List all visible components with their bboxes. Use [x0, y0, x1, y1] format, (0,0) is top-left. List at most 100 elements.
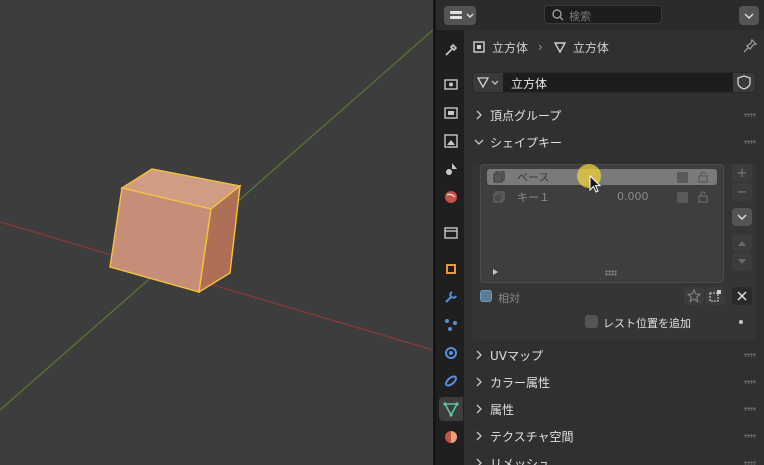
- shape-key-name[interactable]: ベース: [517, 169, 549, 185]
- fake-user-button[interactable]: [733, 73, 755, 92]
- shield-icon: [737, 75, 751, 90]
- drag-handle[interactable]: [744, 113, 756, 117]
- triangle-right-icon[interactable]: [491, 267, 501, 277]
- chevron-right-icon: [476, 458, 482, 465]
- panel-remesh[interactable]: リメッシュ: [472, 450, 764, 465]
- tab-object[interactable]: [439, 257, 463, 281]
- add-shape-key-button[interactable]: +: [732, 164, 752, 182]
- options-dropdown-button[interactable]: [739, 6, 759, 25]
- material-icon: [445, 431, 457, 443]
- chevron-right-icon: [476, 404, 482, 414]
- drag-handle[interactable]: [744, 461, 756, 465]
- relative-checkbox[interactable]: [480, 290, 492, 302]
- tool-icon: [445, 43, 458, 56]
- specials-menu-button[interactable]: [732, 208, 752, 226]
- mute-checkbox[interactable]: [677, 192, 688, 203]
- tab-material[interactable]: [439, 425, 463, 449]
- mesh-data-icon: [443, 402, 459, 417]
- panel-title: カラー属性: [490, 375, 551, 390]
- properties-tabs: [436, 30, 464, 465]
- scene-icon: [446, 163, 457, 175]
- shape-key-value[interactable]: 0.000: [617, 190, 649, 203]
- plus-icon: +: [736, 165, 748, 181]
- editor-type-button[interactable]: [444, 6, 476, 25]
- pin-icon[interactable]: [743, 39, 757, 53]
- mesh-icon: [553, 42, 567, 54]
- tab-view-layer[interactable]: [439, 129, 463, 153]
- mesh-name[interactable]: 立方体: [511, 75, 547, 92]
- shape-key-icon: [493, 191, 505, 203]
- edit-mode-toggle[interactable]: [705, 287, 725, 305]
- shape-key-icon: [493, 171, 505, 183]
- drag-handle[interactable]: [744, 140, 756, 144]
- wrench-icon: [445, 291, 457, 303]
- search-placeholder: 検索: [569, 10, 591, 23]
- tab-particles[interactable]: [439, 313, 463, 337]
- properties-content: 立方体 › 立方体 立方体 頂点グループ シェイプキー ベース キー１ 0.00…: [464, 30, 764, 465]
- tab-scene[interactable]: [439, 157, 463, 181]
- move-up-button[interactable]: [732, 234, 752, 252]
- panel-texture-space[interactable]: テクスチャ空間: [472, 423, 764, 449]
- cube-mesh[interactable]: [109, 168, 242, 294]
- shape-key-name[interactable]: キー１: [517, 189, 550, 205]
- panel-title: テクスチャ空間: [490, 429, 574, 444]
- triangle-down-icon: [738, 259, 746, 264]
- mouse-cursor-icon: [589, 175, 602, 193]
- shape-keys-body: ベース キー１ 0.000 + − 相対 レスト位置を追加: [472, 164, 756, 340]
- datablock-browse-button[interactable]: [473, 73, 503, 92]
- object-icon: [446, 264, 456, 274]
- chevron-right-icon: [476, 110, 482, 120]
- drag-handle[interactable]: [744, 434, 756, 438]
- panel-uv-maps[interactable]: UVマップ: [472, 342, 764, 368]
- tab-world[interactable]: [439, 185, 463, 209]
- add-rest-position-checkbox[interactable]: [585, 315, 598, 328]
- breadcrumb-separator: ›: [538, 40, 543, 54]
- view-layer-icon: [444, 134, 458, 148]
- move-down-button[interactable]: [732, 253, 752, 271]
- panel-vertex-groups[interactable]: 頂点グループ: [472, 102, 764, 128]
- 3d-viewport[interactable]: [0, 0, 433, 465]
- tab-tool[interactable]: [439, 38, 463, 62]
- tab-output[interactable]: [439, 101, 463, 125]
- add-rest-position-label: レスト位置を追加: [603, 317, 691, 330]
- drag-handle[interactable]: [744, 380, 756, 384]
- search-field[interactable]: 検索: [544, 5, 662, 24]
- drag-handle[interactable]: [744, 407, 756, 411]
- list-resize-handle[interactable]: [605, 270, 617, 276]
- shape-key-pin-button[interactable]: [684, 287, 704, 305]
- tab-collection[interactable]: [439, 221, 463, 245]
- world-icon: [445, 191, 457, 203]
- mesh-datablock-field[interactable]: 立方体: [472, 72, 756, 93]
- mesh-icon: [476, 77, 499, 89]
- tab-constraints[interactable]: [439, 369, 463, 393]
- tab-render[interactable]: [439, 72, 463, 96]
- drag-handle[interactable]: [744, 353, 756, 357]
- panel-title: リメッシュ: [490, 456, 551, 465]
- panel-title: シェイプキー: [490, 135, 563, 150]
- panel-title: UVマップ: [490, 348, 543, 363]
- tab-physics[interactable]: [439, 341, 463, 365]
- panel-title: 属性: [490, 402, 515, 417]
- panel-color-attributes[interactable]: カラー属性: [472, 369, 764, 395]
- keyframe-dot-icon[interactable]: [739, 320, 743, 324]
- lock-icon[interactable]: [697, 171, 711, 183]
- remove-shape-key-button[interactable]: −: [732, 183, 752, 201]
- close-icon: [737, 291, 747, 301]
- constraints-icon: [445, 375, 457, 387]
- edit-mode-icon: [709, 290, 721, 302]
- triangle-up-icon: [738, 241, 746, 246]
- breadcrumb-object: 立方体: [492, 40, 529, 55]
- clear-button[interactable]: [732, 287, 752, 305]
- panel-attributes[interactable]: 属性: [472, 396, 764, 422]
- tab-modifiers[interactable]: [439, 285, 463, 309]
- relative-label: 相対: [498, 292, 520, 305]
- mute-checkbox[interactable]: [677, 172, 688, 183]
- panel-shape-keys[interactable]: シェイプキー: [472, 129, 764, 155]
- collection-icon: [444, 227, 458, 239]
- chevron-down-icon: [474, 139, 484, 145]
- chevron-down-icon: [744, 13, 754, 19]
- tab-mesh-data[interactable]: [439, 397, 463, 421]
- lock-icon[interactable]: [697, 191, 711, 203]
- chevron-right-icon: [476, 377, 482, 387]
- chevron-right-icon: [476, 350, 482, 360]
